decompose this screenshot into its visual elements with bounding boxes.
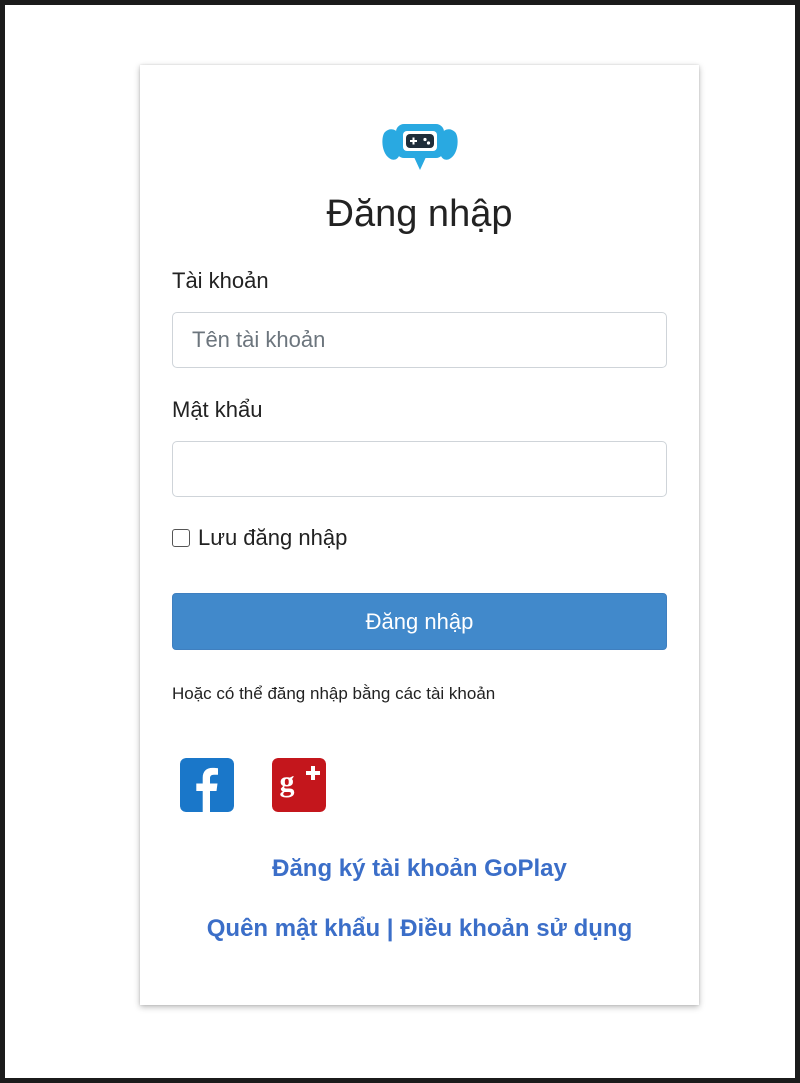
- remember-label: Lưu đăng nhập: [198, 525, 348, 550]
- facebook-login-button[interactable]: [180, 758, 234, 812]
- register-link[interactable]: Đăng ký tài khoản GoPlay: [140, 855, 699, 883]
- social-login-prompt: Hoặc có thể đăng nhập bằng các tài khoản: [172, 684, 496, 703]
- goplay-logo-icon: [382, 124, 458, 170]
- window-frame: Đăng nhập Tài khoản Mật khẩu Lưu đăng nh…: [0, 0, 800, 1083]
- login-button[interactable]: Đăng nhập: [172, 593, 667, 650]
- google-plus-icon: g: [272, 758, 326, 812]
- username-label: Tài khoản: [172, 268, 269, 293]
- facebook-icon: [180, 758, 234, 812]
- forgot-password-link[interactable]: Quên mật khẩu: [207, 915, 380, 942]
- footer-links: Quên mật khẩu | Điều khoản sử dụng: [140, 915, 699, 943]
- svg-text:g: g: [280, 765, 295, 798]
- remember-checkbox[interactable]: [172, 529, 190, 547]
- google-plus-login-button[interactable]: g: [272, 758, 326, 812]
- password-input[interactable]: [172, 441, 667, 497]
- login-card: Đăng nhập Tài khoản Mật khẩu Lưu đăng nh…: [140, 65, 699, 1005]
- password-label: Mật khẩu: [172, 397, 263, 422]
- username-input[interactable]: [172, 312, 667, 368]
- page-title: Đăng nhập: [326, 193, 513, 235]
- link-separator: |: [386, 915, 394, 942]
- remember-login[interactable]: Lưu đăng nhập: [172, 525, 347, 551]
- terms-link[interactable]: Điều khoản sử dụng: [400, 915, 632, 942]
